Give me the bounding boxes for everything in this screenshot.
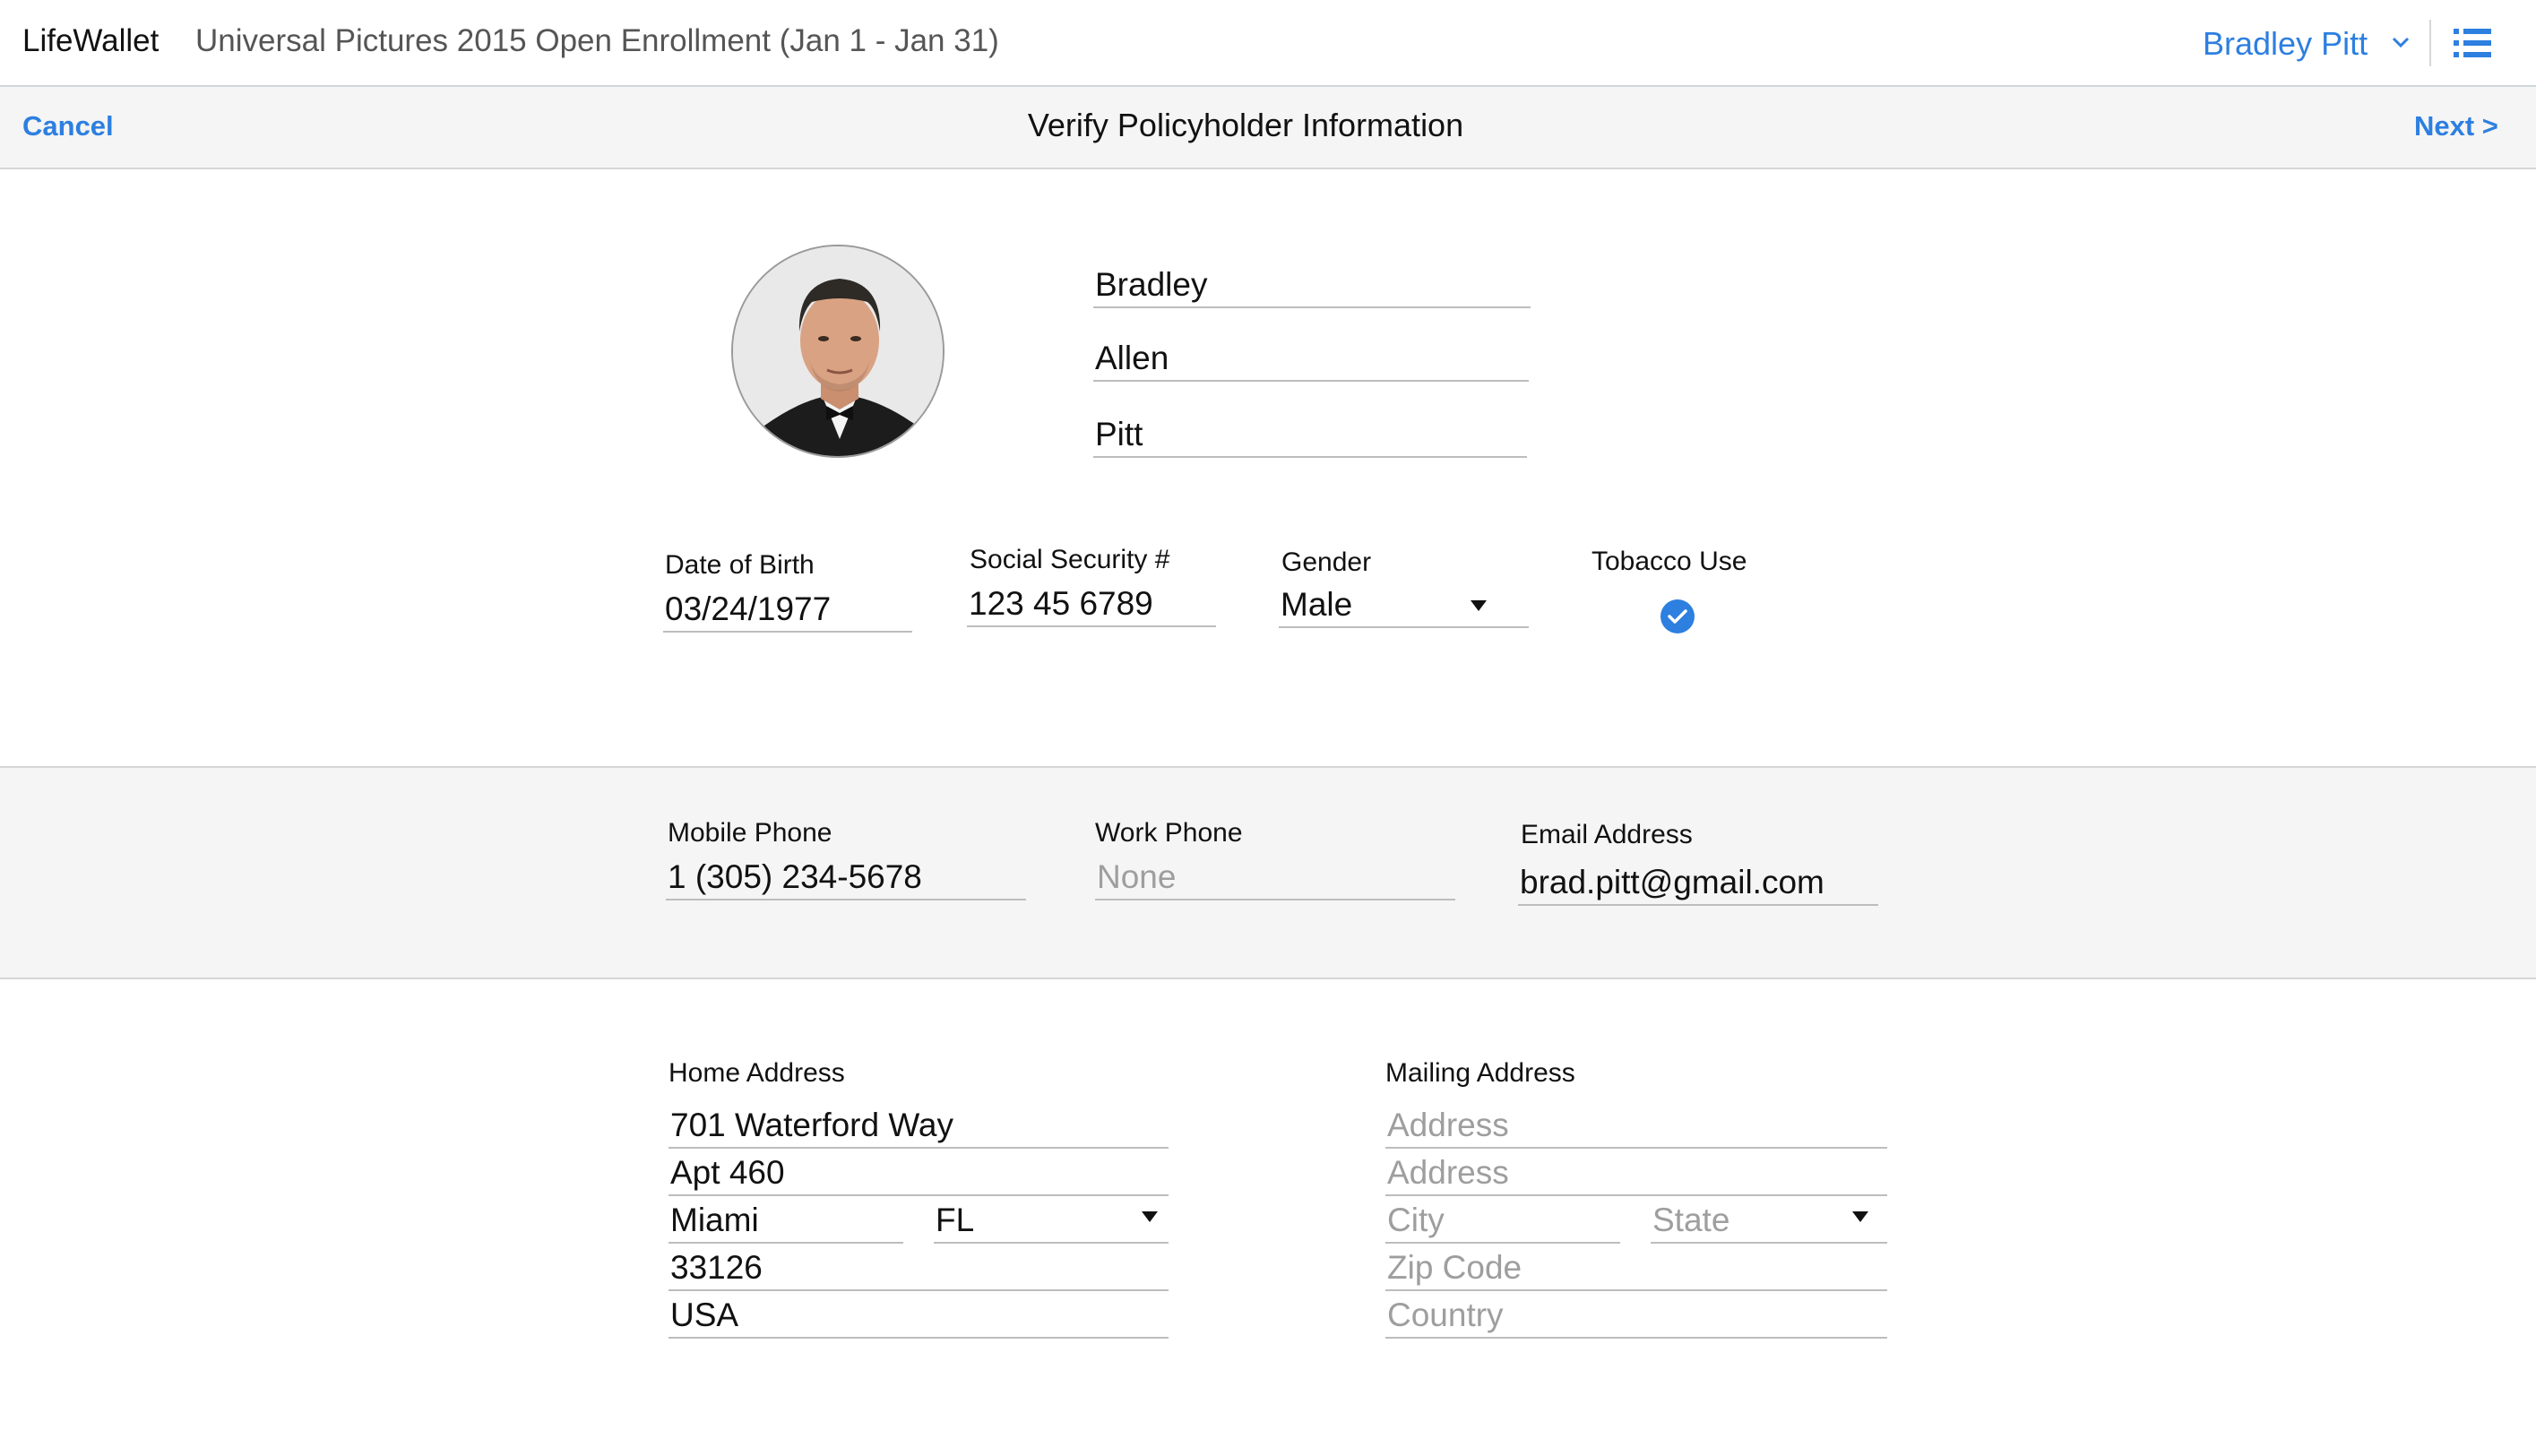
chevron-down-icon[interactable] [2389,30,2412,54]
brand-logo[interactable]: LifeWallet [22,23,159,59]
work-phone-field[interactable]: None [1095,856,1455,900]
first-name-field[interactable]: Bradley [1093,263,1531,308]
tobacco-checkbox[interactable] [1660,599,1695,633]
gender-label: Gender [1281,547,1372,577]
mailing-state-value: State [1652,1202,1730,1238]
mailing-address-label: Mailing Address [1385,1058,1575,1088]
home-zip-field[interactable]: 33126 [669,1246,1169,1291]
mailing-address-line2-field[interactable]: Address [1385,1151,1887,1196]
home-state-value: FL [936,1202,975,1238]
user-menu-button[interactable]: Bradley Pitt [2203,25,2368,63]
mobile-phone-field[interactable]: 1 (305) 234-5678 [666,856,1026,900]
top-bar: LifeWallet Universal Pictures 2015 Open … [0,0,2536,87]
mobile-phone-label: Mobile Phone [668,818,832,848]
enrollment-title: Universal Pictures 2015 Open Enrollment … [195,23,999,58]
last-name-field[interactable]: Pitt [1093,413,1527,458]
mailing-city-field[interactable]: City [1385,1199,1620,1244]
mailing-country-field[interactable]: Country [1385,1294,1887,1339]
work-phone-label: Work Phone [1095,818,1243,848]
mailing-zip-field[interactable]: Zip Code [1385,1246,1887,1291]
home-address-label: Home Address [669,1058,845,1088]
next-button[interactable]: Next > [2414,110,2498,142]
dob-label: Date of Birth [665,550,815,580]
email-label: Email Address [1521,820,1693,849]
ssn-label: Social Security # [970,545,1170,574]
home-address-line1-field[interactable]: 701 Waterford Way [669,1104,1169,1149]
page-title: Verify Policyholder Information [1027,107,1464,143]
home-state-caret-icon[interactable] [1142,1211,1158,1222]
email-field[interactable]: brad.pitt@gmail.com [1518,861,1878,906]
gender-dropdown-caret-icon[interactable] [1471,600,1487,611]
header-divider [2429,20,2431,66]
dob-field[interactable]: 03/24/1977 [663,588,912,633]
tobacco-label: Tobacco Use [1591,547,1747,576]
mailing-address-line1-field[interactable]: Address [1385,1104,1887,1149]
action-bar: Cancel Verify Policyholder Information N… [0,87,2536,169]
person-portrait-icon [733,246,943,456]
home-address-line2-field[interactable]: Apt 460 [669,1151,1169,1196]
gender-value: Male [1281,586,1353,623]
avatar[interactable] [731,245,945,458]
home-city-field[interactable]: Miami [669,1199,903,1244]
home-state-select[interactable]: FL [934,1199,1169,1244]
ssn-field[interactable]: 123 45 6789 [967,582,1216,627]
checkmark-icon [1668,609,1687,624]
gender-select[interactable]: Male [1279,583,1529,628]
middle-name-field[interactable]: Allen [1093,337,1529,382]
mailing-state-caret-icon[interactable] [1852,1211,1868,1222]
list-menu-icon[interactable] [2454,27,2491,59]
home-country-field[interactable]: USA [669,1294,1169,1339]
